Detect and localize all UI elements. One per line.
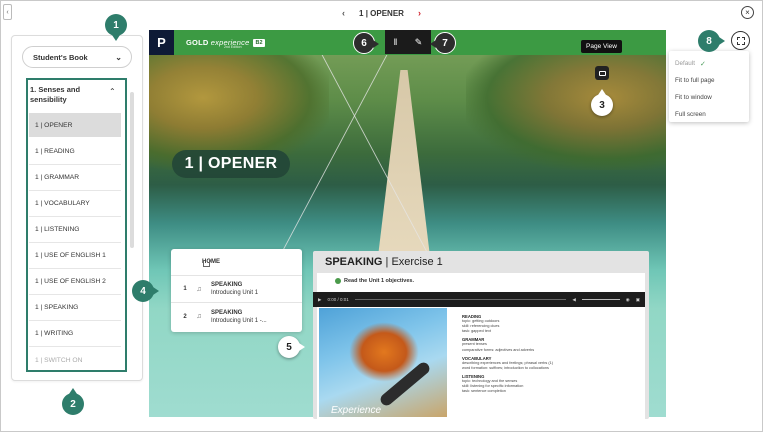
audio-time: 0:00 / 0:01 [327,297,349,302]
nav-item-subtitle: Introducing Unit 1 -... [211,317,267,324]
grid-icon [736,36,745,45]
play-icon[interactable]: ▶ [318,297,321,303]
lesson-item-listening[interactable]: 1 | LISTENING [29,217,121,243]
view-option-fit-window[interactable]: Fit to window [669,89,749,106]
page-view-icon [598,70,606,76]
microphone-icon: ♫ [196,313,202,320]
objective-line: task: gapped text [462,329,491,334]
nav-item-number: 1 [183,286,187,292]
pause-icon[interactable]: ‖ [394,37,398,47]
nav-item-subtitle: Introducing Unit 1 [211,290,259,296]
sidebar-scrollbar[interactable] [130,92,134,248]
callout-marker-2: 2 [62,388,84,415]
exercise-title-bold: SPEAKING [325,256,383,268]
view-menu: Default ✓ Fit to full page Fit to window … [669,51,749,122]
page-title: 1 | OPENER [359,8,404,18]
nav-home[interactable]: HOME [171,249,302,276]
series-logo-gold: GOLD [186,38,209,47]
objective-line: word formation: suffixes; introduction t… [462,365,549,370]
lesson-item-reading[interactable]: 1 | READING [29,139,121,165]
callout-marker-4: 4 [132,280,159,302]
view-option-fit-page[interactable]: Fit to full page [669,72,749,89]
lesson-item-opener[interactable]: 1 | OPENER [29,113,121,137]
nav-item-title: SPEAKING [211,282,243,288]
page-view-button[interactable] [595,66,609,80]
tools-bar: ‖ ✎ [385,30,431,54]
nav-item-text: SPEAKING Introducing Unit 1 -... [211,309,267,325]
unit-title[interactable]: 1. Senses and sensibility [30,85,100,105]
lesson-item-vocabulary[interactable]: 1 | VOCABULARY [29,191,121,217]
microphone-icon: ♫ [196,285,202,293]
exercise-title: SPEAKING | Exercise 1 [325,256,443,268]
app-window: ‹ ‹ 1 | OPENER › × Student's Book ⌄ 1. S… [0,0,763,432]
opener-title: 1 | OPENER [172,150,290,178]
objectives-text: READING topic: getting outdoors skill: r… [462,311,642,394]
prev-page-button[interactable]: ‹ [342,8,345,18]
view-options-button[interactable] [731,31,750,50]
publisher-logo: P [149,30,174,55]
pen-icon[interactable]: ✎ [415,37,423,48]
objective-line: comparative forms: adjectives and adverb… [462,347,535,352]
lesson-item-use-of-english-1[interactable]: 1 | USE OF ENGLISH 1 [29,243,121,269]
book-select-label: Student's Book [33,52,88,62]
lesson-list: 1 | OPENER 1 | READING 1 | GRAMMAR 1 | V… [29,113,121,373]
cliff-right [466,50,666,170]
audio-progress[interactable] [354,298,567,301]
exercise-instruction-text: Read the Unit 1 objectives. [344,278,414,284]
close-button[interactable]: × [741,6,754,19]
next-page-button[interactable]: › [418,8,421,18]
callout-marker-1: 1 [105,14,127,41]
callout-marker-6: 6 [353,32,379,54]
photo-caption: Experience [331,405,382,416]
exercise-title-light: | Exercise 1 [382,256,443,268]
nav-item-1[interactable]: 1 ♫ SPEAKING Introducing Unit 1 [171,276,302,303]
book-select[interactable]: Student's Book ⌄ [22,46,132,68]
exercise-instruction: Read the Unit 1 objectives. [335,278,414,284]
callout-marker-3: 3 [591,89,613,116]
skateboard-photo: Experience [319,308,447,417]
nav-item-number: 2 [183,313,187,320]
view-option-default[interactable]: Default ✓ [669,55,749,72]
level-badge: B2 [253,38,265,47]
chevron-down-icon: ⌄ [115,52,122,62]
view-option-full-screen[interactable]: Full screen [669,106,749,123]
audio-dot-icon [335,278,341,284]
nav-item-2[interactable]: 2 ♫ SPEAKING Introducing Unit 1 -... [171,303,302,330]
callout-marker-8: 8 [698,30,725,52]
lesson-item-speaking[interactable]: 1 | SPEAKING [29,295,121,321]
audio-player: ▶ 0:00 / 0:01 ◀ ◉ ▣ [313,292,645,307]
lesson-item-switch-on[interactable]: 1 | SWITCH ON [29,347,121,373]
chevron-up-icon[interactable]: ⌃ [109,87,116,96]
callout-marker-5: 5 [278,336,305,358]
close-icon: × [745,7,750,17]
activity-nav-card: HOME 1 ♫ SPEAKING Introducing Unit 1 2 ♫ … [171,249,302,332]
nav-item-title: SPEAKING [211,309,243,316]
check-icon: ✓ [699,60,706,68]
nav-item-text: SPEAKING Introducing Unit 1 [211,281,258,297]
subtitles-icon[interactable]: ▣ [636,297,640,303]
volume-icon[interactable]: ◀ [572,297,575,303]
lesson-item-use-of-english-2[interactable]: 1 | USE OF ENGLISH 2 [29,269,121,295]
page-view-tooltip: Page View [581,40,622,53]
lesson-item-writing[interactable]: 1 | WRITING [29,321,121,347]
volume-slider[interactable] [581,298,620,301]
speed-icon[interactable]: ◉ [626,297,630,303]
view-option-default-label: Default [675,60,695,67]
lesson-item-grammar[interactable]: 1 | GRAMMAR [29,165,121,191]
callout-marker-7: 7 [430,32,456,54]
home-icon [203,260,210,267]
series-edition: 2nd Edition [224,45,242,49]
objective-line: task: sentence completion [462,389,506,394]
